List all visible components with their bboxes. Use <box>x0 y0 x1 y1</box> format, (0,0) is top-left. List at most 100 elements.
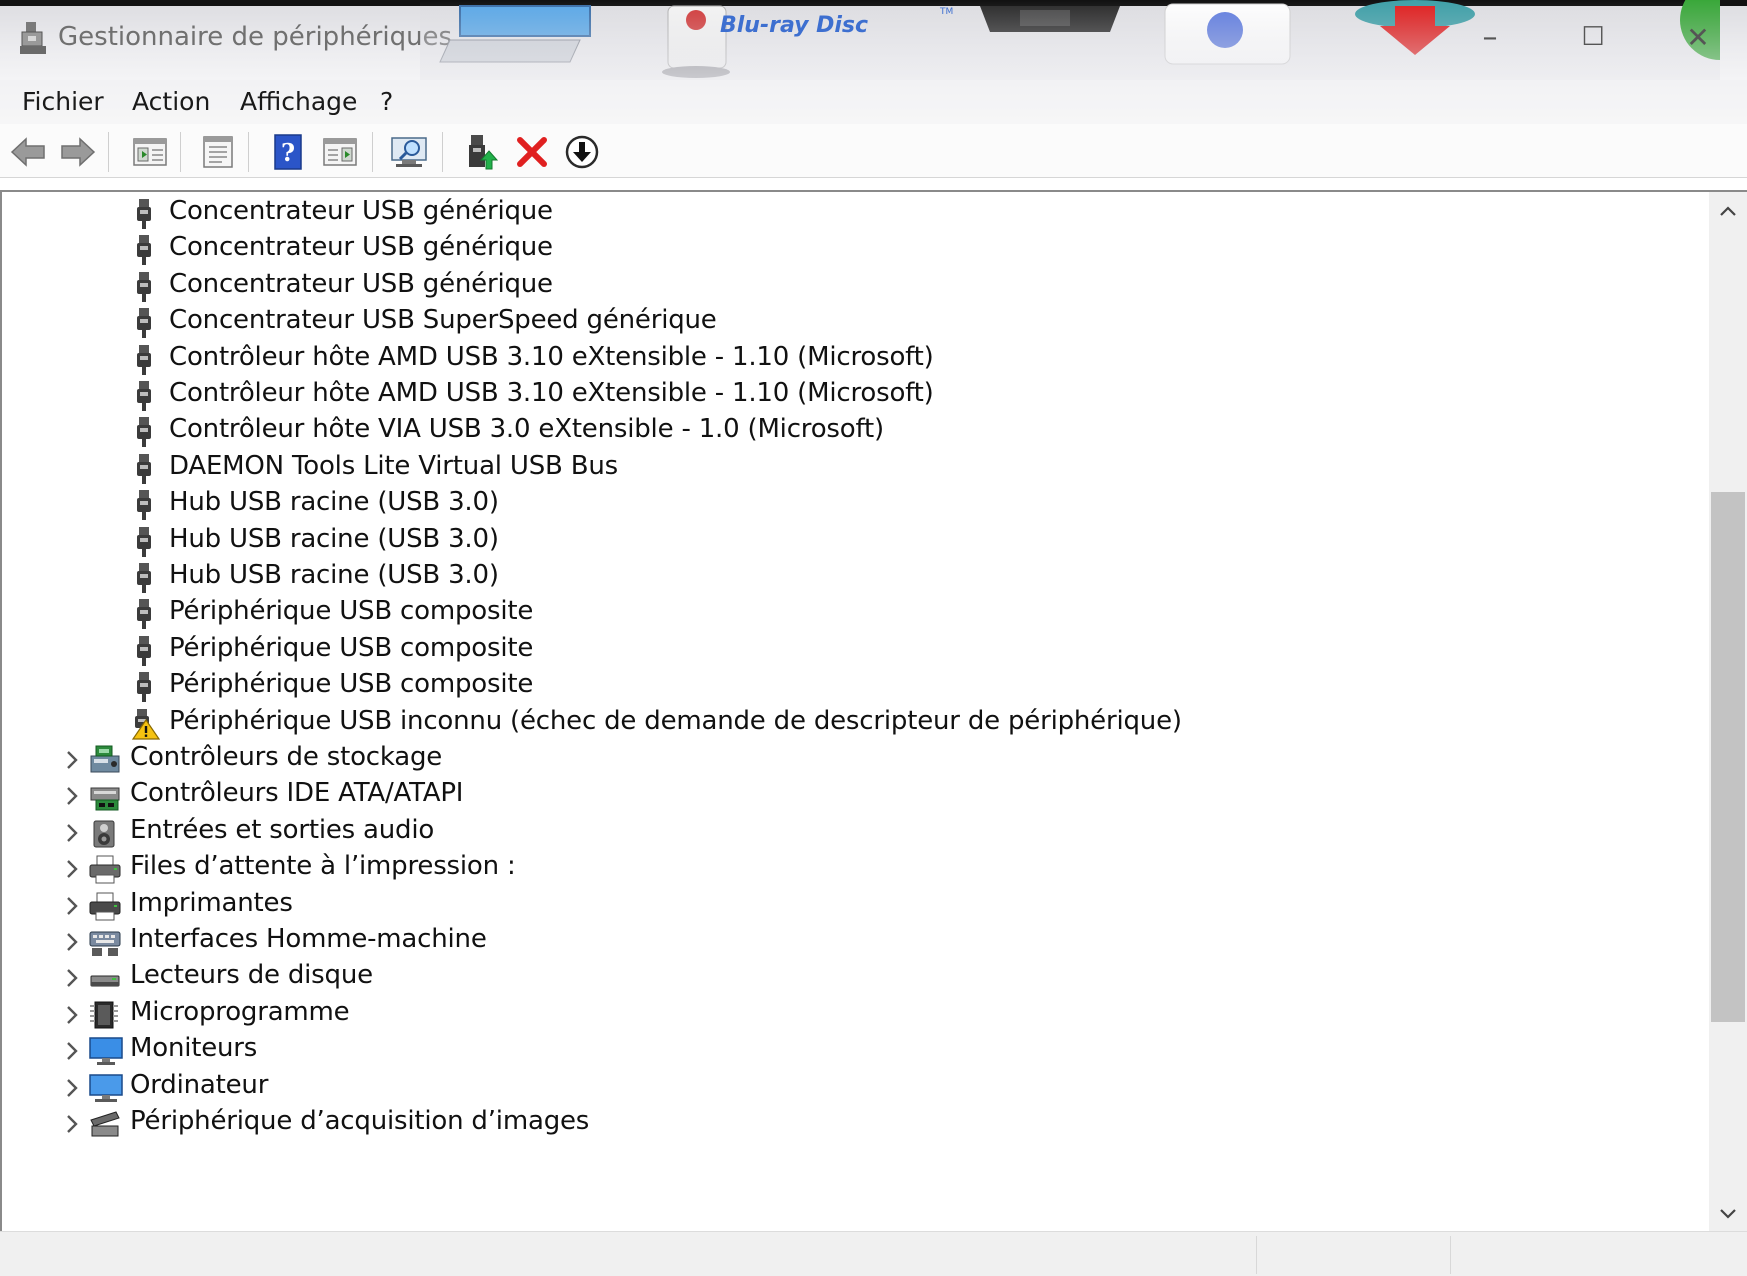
usb-plug-icon <box>128 307 160 339</box>
expand-chevron-icon[interactable] <box>60 894 84 918</box>
hid-icon <box>88 926 121 958</box>
toolbar-separator <box>248 132 249 172</box>
minimize-button[interactable]: – <box>1460 14 1520 60</box>
tree-device-row[interactable]: Concentrateur USB SuperSpeed générique <box>2 303 1702 343</box>
tree-item-label: Contrôleur hôte AMD USB 3.10 eXtensible … <box>169 378 934 408</box>
printer-icon <box>88 890 121 922</box>
title-bar[interactable]: Gestionnaire de périphériques Blu-ray Di… <box>0 0 1747 80</box>
scroll-down-button[interactable] <box>1709 1195 1747 1231</box>
device-tree[interactable]: Concentrateur USB générique Concentrateur… <box>2 192 1710 1231</box>
print-queue-icon <box>88 853 121 885</box>
tree-device-row[interactable]: Contrôleur hôte AMD USB 3.10 eXtensible … <box>2 376 1702 416</box>
tree-category-row[interactable]: Interfaces Homme-machine <box>2 922 1702 962</box>
tree-device-row[interactable]: Périphérique USB composite <box>2 667 1702 707</box>
disk-drive-icon <box>88 962 120 994</box>
properties-button[interactable] <box>198 132 238 172</box>
show-hide-action-pane-button[interactable] <box>320 132 360 172</box>
tree-category-row[interactable]: Files d’attente à l’impression : <box>2 849 1702 889</box>
tree-device-row[interactable]: Hub USB racine (USB 3.0) <box>2 558 1702 598</box>
imaging-device-icon <box>88 1108 120 1140</box>
menu-affichage[interactable]: Affichage <box>236 84 361 120</box>
usb-plug-icon <box>128 198 160 230</box>
tree-device-row[interactable]: Contrôleur hôte AMD USB 3.10 eXtensible … <box>2 340 1702 380</box>
toolbar-separator <box>180 132 181 172</box>
scroll-up-button[interactable] <box>1709 192 1747 230</box>
window-title: Gestionnaire de périphériques <box>58 22 453 52</box>
toolbar-separator <box>108 132 109 172</box>
tree-item-label: Ordinateur <box>130 1069 269 1100</box>
expand-chevron-icon[interactable] <box>60 930 84 954</box>
tree-device-row[interactable]: Hub USB racine (USB 3.0) <box>2 485 1702 525</box>
menu-action[interactable]: Action <box>128 84 214 120</box>
vertical-scrollbar[interactable] <box>1709 192 1747 1231</box>
tree-item-label: Concentrateur USB générique <box>169 196 553 226</box>
close-icon: ✕ <box>1686 20 1710 54</box>
usb-plug-icon <box>128 489 160 521</box>
tree-item-label: Concentrateur USB SuperSpeed générique <box>169 305 717 336</box>
tree-item-label: Imprimantes <box>130 887 293 918</box>
usb-plug-icon <box>128 234 160 266</box>
uninstall-device-button[interactable] <box>512 132 552 172</box>
toolbar: ? <box>0 124 1747 178</box>
menu-fichier[interactable]: Fichier <box>18 84 108 120</box>
computer-icon <box>88 1072 123 1104</box>
tree-device-row[interactable]: DAEMON Tools Lite Virtual USB Bus <box>2 449 1702 489</box>
usb-plug-icon <box>128 598 160 630</box>
usb-plug-icon <box>128 671 160 703</box>
help-button[interactable]: ? <box>268 132 308 172</box>
tree-device-row[interactable]: Périphérique USB composite <box>2 631 1702 671</box>
expand-chevron-icon[interactable] <box>60 857 84 881</box>
uninstall-x-icon <box>517 137 547 167</box>
usb-plug-icon <box>128 344 160 376</box>
forward-arrow-icon <box>61 137 96 167</box>
toolbar-separator <box>372 132 373 172</box>
expand-chevron-icon[interactable] <box>60 1039 84 1063</box>
help-icon: ? <box>274 134 302 170</box>
usb-plug-icon <box>128 635 160 667</box>
tree-device-row[interactable]: Périphérique USB composite <box>2 594 1702 634</box>
tree-category-row[interactable]: Contrôleurs IDE ATA/ATAPI <box>2 776 1702 816</box>
expand-chevron-icon[interactable] <box>60 748 84 772</box>
usb-plug-icon <box>128 453 160 485</box>
action-pane-icon <box>323 138 357 166</box>
disable-device-button[interactable] <box>562 132 602 172</box>
tree-category-row[interactable]: Microprogramme <box>2 995 1702 1035</box>
tree-category-row[interactable]: Entrées et sorties audio <box>2 813 1702 853</box>
expand-chevron-icon[interactable] <box>60 784 84 808</box>
tree-item-label: Périphérique USB composite <box>169 632 534 663</box>
update-driver-button[interactable] <box>462 132 502 172</box>
expand-chevron-icon[interactable] <box>60 1003 84 1027</box>
status-bar <box>0 1231 1747 1276</box>
maximize-icon: ☐ <box>1581 22 1605 52</box>
tree-device-row[interactable]: Périphérique USB inconnu (échec de deman… <box>2 704 1702 744</box>
desktop-background-decoration: Blu-ray Disc TM <box>420 0 1720 80</box>
menu-help[interactable]: ? <box>376 84 397 120</box>
tree-category-row[interactable]: Contrôleurs de stockage <box>2 740 1702 780</box>
tree-device-row[interactable]: Hub USB racine (USB 3.0) <box>2 522 1702 562</box>
expand-chevron-icon[interactable] <box>60 1076 84 1100</box>
maximize-button[interactable]: ☐ <box>1563 14 1623 60</box>
show-hide-console-tree-button[interactable] <box>130 132 170 172</box>
expand-chevron-icon[interactable] <box>60 821 84 845</box>
tree-category-row[interactable]: Imprimantes <box>2 886 1702 926</box>
tree-device-row[interactable]: Concentrateur USB générique <box>2 194 1702 234</box>
tree-category-row[interactable]: Ordinateur <box>2 1068 1702 1108</box>
expand-chevron-icon[interactable] <box>60 966 84 990</box>
tree-device-row[interactable]: Concentrateur USB générique <box>2 230 1702 270</box>
scroll-thumb[interactable] <box>1711 492 1745 1022</box>
close-button[interactable]: ✕ <box>1668 14 1728 60</box>
usb-plug-icon <box>128 562 160 594</box>
tree-category-row[interactable]: Moniteurs <box>2 1031 1702 1071</box>
tree-category-row[interactable]: Lecteurs de disque <box>2 958 1702 998</box>
back-button[interactable] <box>8 132 48 172</box>
tree-device-row[interactable]: Concentrateur USB générique <box>2 267 1702 307</box>
forward-button[interactable] <box>58 132 98 172</box>
tree-category-row[interactable]: Périphérique d’acquisition d’images <box>2 1104 1702 1144</box>
speaker-icon <box>88 817 120 849</box>
download-circle-icon <box>565 135 599 169</box>
expand-chevron-icon[interactable] <box>60 1112 84 1136</box>
tree-item-label: Contrôleur hôte VIA USB 3.0 eXtensible -… <box>169 414 884 445</box>
tree-item-label: Hub USB racine (USB 3.0) <box>169 523 499 554</box>
tree-device-row[interactable]: Contrôleur hôte VIA USB 3.0 eXtensible -… <box>2 412 1702 452</box>
scan-hardware-button[interactable] <box>390 132 430 172</box>
